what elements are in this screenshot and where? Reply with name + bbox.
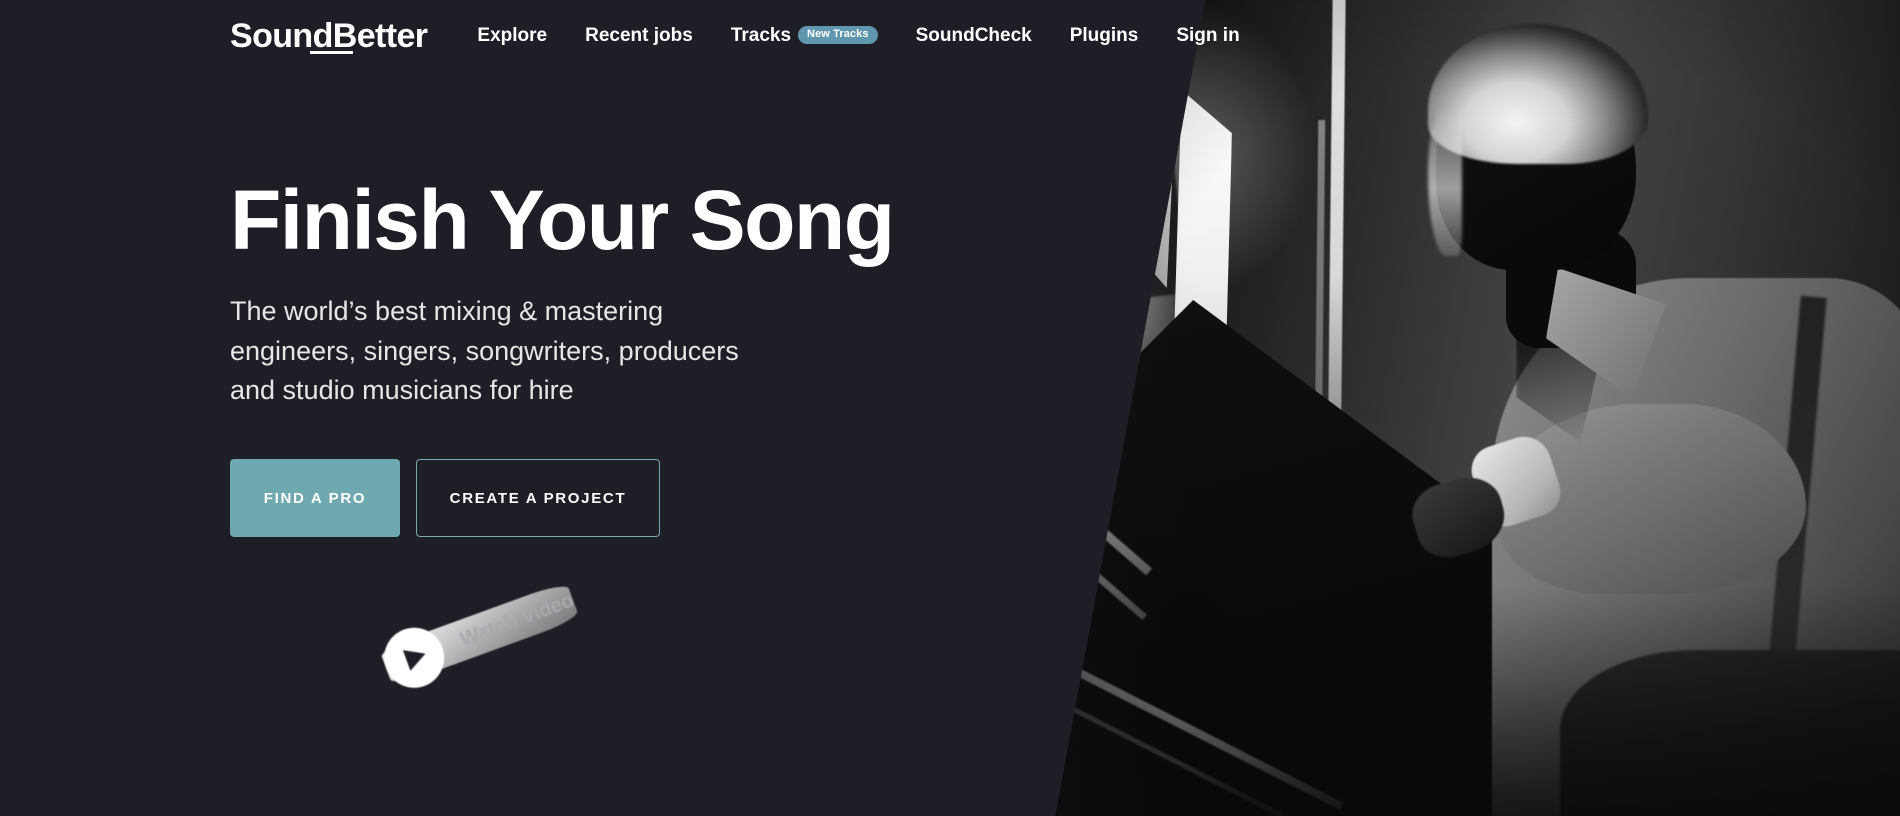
logo-soundbetter[interactable]: SoundBetter xyxy=(230,17,428,55)
logo-text: SoundBetter xyxy=(230,17,428,55)
find-a-pro-label: FIND A PRO xyxy=(263,489,367,507)
window-pane-lower xyxy=(1055,300,1138,490)
hero-image xyxy=(1055,0,1900,816)
nav-item-recent-jobs[interactable]: Recent jobs xyxy=(585,25,693,47)
logo-underline xyxy=(310,51,353,54)
watch-video-button[interactable]: Watch Video xyxy=(375,581,580,697)
nav-item-plugins[interactable]: Plugins xyxy=(1070,25,1139,47)
nav-label-soundcheck: SoundCheck xyxy=(915,25,1032,46)
site-header: SoundBetter Explore Recent jobs Tracks N… xyxy=(0,0,1900,72)
nav-label-tracks: Tracks xyxy=(730,25,792,46)
window-pane xyxy=(1055,60,1162,310)
piano-lid-highlight-2 xyxy=(1055,450,1147,621)
nav-item-soundcheck[interactable]: SoundCheck xyxy=(916,25,1032,47)
play-icon xyxy=(375,619,453,697)
hero-content: Finish Your Song The world’s best mixing… xyxy=(230,173,970,697)
pianist-lap xyxy=(1560,650,1900,816)
watch-video-label: Watch Video xyxy=(457,589,577,651)
create-a-project-button[interactable]: CREATE A PROJECT xyxy=(416,459,660,538)
new-tracks-badge: New Tracks xyxy=(798,26,878,44)
nav-item-tracks[interactable]: Tracks New Tracks xyxy=(731,25,878,47)
hero-cta-row: FIND A PRO CREATE A PROJECT xyxy=(230,459,970,538)
page-root: SoundBetter Explore Recent jobs Tracks N… xyxy=(0,0,1900,816)
pianist-face-rimlight xyxy=(1428,106,1462,256)
nav-label-explore: Explore xyxy=(477,25,548,46)
piano-lid-highlight xyxy=(1055,411,1153,576)
hero-title: Finish Your Song xyxy=(230,173,895,267)
nav-label-recent-jobs: Recent jobs xyxy=(585,25,693,46)
hero-subtitle: The world’s best mixing & mastering engi… xyxy=(230,296,739,406)
main-navigation: Explore Recent jobs Tracks New Tracks So… xyxy=(477,25,1239,47)
nav-item-sign-in[interactable]: Sign in xyxy=(1176,25,1239,47)
piano-top-highlight xyxy=(1072,666,1344,810)
nav-label-sign-in: Sign in xyxy=(1176,25,1240,46)
nav-item-explore[interactable]: Explore xyxy=(477,25,547,47)
pianist-figure xyxy=(1310,10,1900,816)
nav-label-plugins: Plugins xyxy=(1069,25,1139,46)
find-a-pro-button[interactable]: FIND A PRO xyxy=(230,459,400,538)
create-a-project-label: CREATE A PROJECT xyxy=(449,489,627,507)
